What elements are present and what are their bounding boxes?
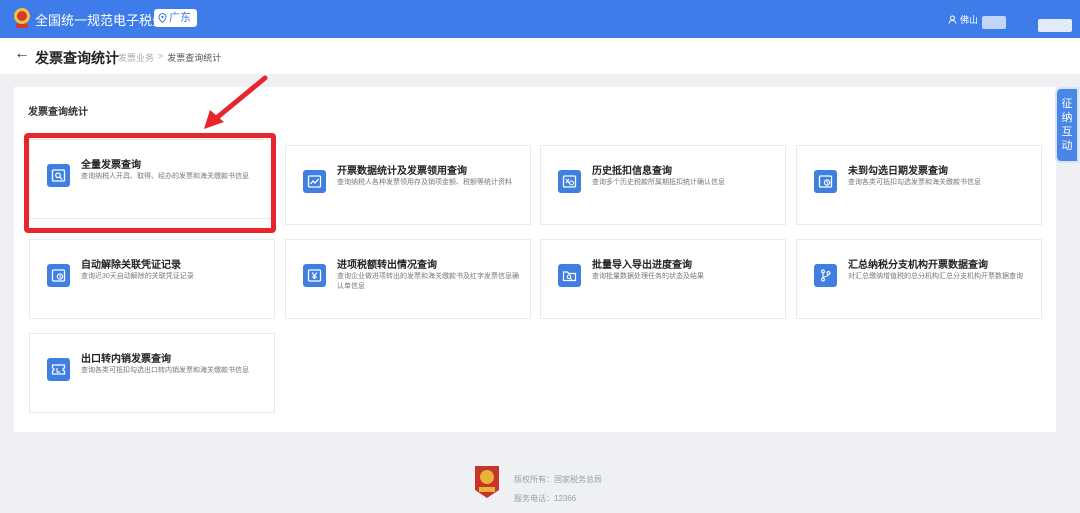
card-input-tax-transfer-query[interactable]: 进项税额转出情况查询 查询企业做进项转出的发票和海关缴款书及红字发票信息确认单信… [285,239,531,319]
footer-copyright: 版权所有：国家税务总局 [514,475,602,484]
card-description: 对汇总缴纳增值税的总分机构汇总分支机构开票数据查询 [848,273,1023,280]
redacted-block [1038,19,1072,32]
tax-emblem-icon [14,8,30,28]
clock-doc-icon [47,264,70,287]
user-icon [948,15,957,24]
location-pin-icon [158,13,167,23]
card-description: 查询纳税人开具、取得、经办的发票和海关缴款书信息 [81,173,249,180]
branch-icon [814,264,837,287]
breadcrumb: 发票业务 > 发票查询统计 [118,51,221,64]
card-title: 汇总纳税分支机构开票数据查询 [848,260,988,271]
side-tab-char: 纳 [1061,112,1073,124]
section-title: 发票查询统计 [28,107,88,118]
region-selector[interactable]: 广东 [154,9,197,27]
breadcrumb-separator: > [158,51,164,61]
chart-doc-icon [303,170,326,193]
card-description: 查询批量数据处理任务的状态及结果 [592,273,704,280]
main-panel: 发票查询统计 全量发票查询 查询纳税人开具、取得、经办的发票和海关缴款书信息 开… [14,87,1056,432]
folder-search-icon [558,264,581,287]
card-description: 查询纳税人各种发票领用存及销项金额、税额等统计资料 [337,179,512,186]
card-auto-unlink-record[interactable]: 自动解除关联凭证记录 查询近30天自动解除的关联凭证记录 [29,239,275,319]
card-not-due-invoice-query[interactable]: 未到勾选日期发票查询 查询各类可抵扣勾选发票和海关缴款书信息 [796,145,1042,225]
card-title: 开票数据统计及发票领用查询 [337,166,467,177]
interaction-side-tab[interactable]: 征 纳 互 动 [1055,87,1079,163]
card-history-deduction-query[interactable]: 历史抵扣信息查询 查询多个历史税款所属期抵扣统计确认信息 [540,145,786,225]
page-header: ← 发票查询统计 发票业务 > 发票查询统计 [0,38,1080,74]
search-doc-icon [47,164,70,187]
user-menu[interactable]: 佛山 [948,13,978,26]
breadcrumb-item-current: 发票查询统计 [167,53,222,63]
top-bar: 全国统一规范电子税务局 广东 佛山 [0,0,1080,38]
clock-doc-icon [814,170,837,193]
card-description: 查询近30天自动解除的关联凭证记录 [81,273,194,280]
region-label: 广东 [169,12,191,24]
card-description: 查询企业做进项转出的发票和海关缴款书及红字发票信息确认单信息 [337,273,519,290]
card-title: 自动解除关联凭证记录 [81,260,181,271]
card-invoice-stats-query[interactable]: 开票数据统计及发票领用查询 查询纳税人各种发票领用存及销项金额、税额等统计资料 [285,145,531,225]
card-export-to-domestic-query[interactable]: 出口转内销发票查询 查询各类可抵扣勾选出口转内销发票和海关缴款书信息 [29,333,275,413]
card-full-invoice-query[interactable]: 全量发票查询 查询纳税人开具、取得、经办的发票和海关缴款书信息 [29,139,275,219]
card-description: 查询各类可抵扣勾选出口转内销发票和海关缴款书信息 [81,367,249,374]
back-arrow-icon[interactable]: ← [14,45,30,63]
yen-doc-icon [303,264,326,287]
card-description: 查询各类可抵扣勾选发票和海关缴款书信息 [848,179,981,186]
page-title: 发票查询统计 [35,50,119,66]
card-title: 未到勾选日期发票查询 [848,166,948,177]
card-title: 出口转内销发票查询 [81,354,171,365]
card-title: 全量发票查询 [81,160,141,171]
history-search-icon [558,170,581,193]
footer-hotline: 服务电话：12366 [514,494,577,503]
card-title: 进项税额转出情况查询 [337,260,437,271]
breadcrumb-item[interactable]: 发票业务 [118,51,154,64]
side-tab-char: 动 [1061,140,1073,152]
user-name: 佛山 [960,15,979,25]
card-title: 批量导入导出进度查询 [592,260,692,271]
card-batch-progress-query[interactable]: 批量导入导出进度查询 查询批量数据处理任务的状态及结果 [540,239,786,319]
card-branch-invoice-query[interactable]: 汇总纳税分支机构开票数据查询 对汇总缴纳增值税的总分机构汇总分支机构开票数据查询 [796,239,1042,319]
ticket-icon [47,358,70,381]
card-description: 查询多个历史税款所属期抵扣统计确认信息 [592,179,725,186]
footer: 版权所有：国家税务总局 服务电话：12366 [514,470,602,508]
side-tab-char: 互 [1061,126,1073,138]
card-title: 历史抵扣信息查询 [592,166,672,177]
redacted-block [982,16,1006,29]
tax-bureau-emblem-icon [475,466,499,498]
side-tab-char: 征 [1061,98,1073,110]
